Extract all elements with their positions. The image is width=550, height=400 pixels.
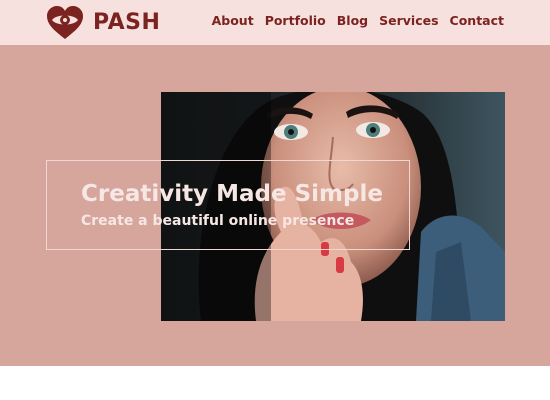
nav-portfolio[interactable]: Portfolio (265, 13, 326, 28)
heart-eye-icon (47, 5, 83, 39)
hero-subtitle: Create a beautiful online presence (81, 213, 355, 229)
brand-logo[interactable]: PASH (45, 4, 160, 41)
brand-name: PASH (93, 10, 161, 35)
hero-section: Creativity Made Simple Create a beautifu… (0, 45, 550, 366)
nav-blog[interactable]: Blog (337, 13, 368, 28)
nav-services[interactable]: Services (379, 13, 438, 28)
hero-caption-box: Creativity Made Simple Create a beautifu… (46, 160, 410, 250)
main-nav: About Portfolio Blog Services Contact (212, 13, 504, 28)
site-header: PASH About Portfolio Blog Services Conta… (0, 0, 550, 45)
nav-about[interactable]: About (212, 13, 254, 28)
hero-title: Creativity Made Simple (81, 181, 383, 207)
nav-contact[interactable]: Contact (450, 13, 504, 28)
